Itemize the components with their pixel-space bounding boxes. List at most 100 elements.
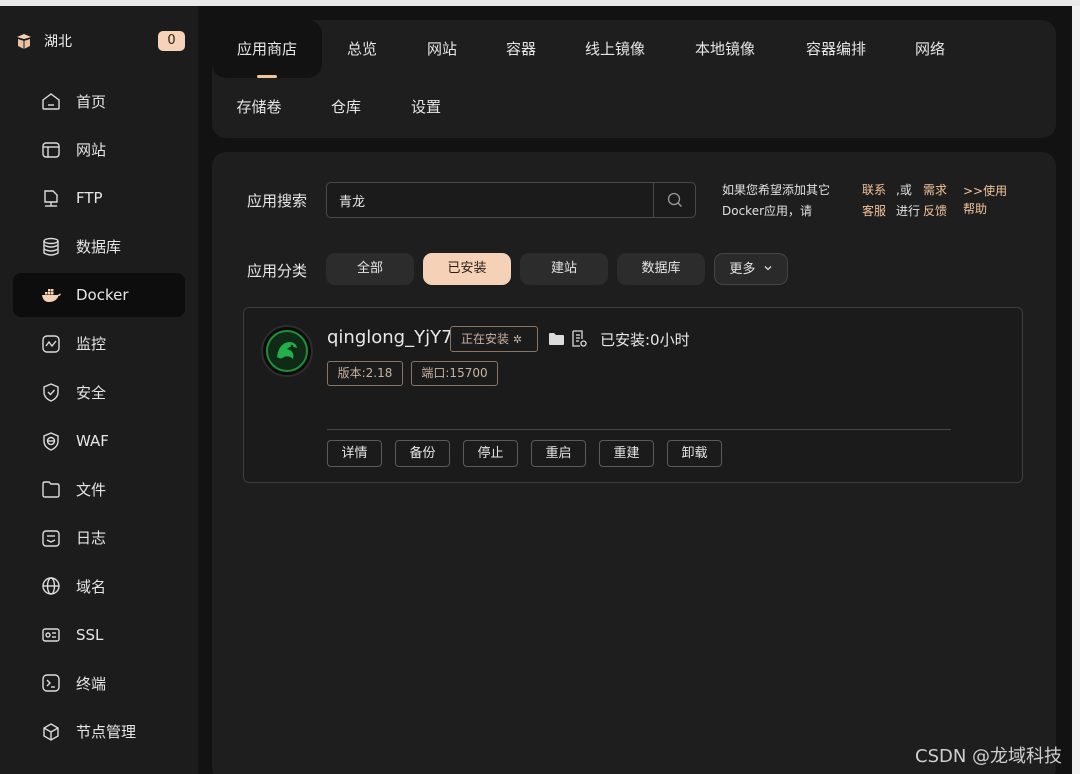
category-label: 应用分类 — [247, 262, 308, 280]
category-database-button[interactable]: 数据库 — [617, 253, 705, 285]
sidebar: 湖北 0 首页 网站 FTP 数据库 Docker 监控 安全 WAF 文件 日… — [0, 6, 199, 774]
install-status-text: 正在安装 — [461, 332, 510, 346]
sidebar-item-label: 终端 — [76, 674, 107, 693]
sidebar-item-security[interactable]: 安全 — [13, 370, 185, 414]
tab-volumes[interactable]: 存储卷 — [227, 78, 291, 136]
sidebar-item-label: 数据库 — [76, 238, 122, 256]
help-link-part2[interactable]: 帮助 — [963, 199, 987, 220]
version-tag: 版本:2.18 — [327, 361, 403, 386]
tab-container[interactable]: 容器 — [491, 20, 551, 78]
monitor-icon — [42, 334, 60, 353]
app-card: qinglong_YjY7 正在安装 ✲ 已安装:0小时 版本:2.18 端口:… — [243, 307, 1023, 483]
rebuild-button[interactable]: 重建 — [599, 440, 654, 467]
app-avatar[interactable] — [261, 325, 313, 377]
docker-tabs-panel: 应用商店 总览 网站 容器 线上镜像 本地镜像 容器编排 网络 存储卷 仓库 设… — [212, 20, 1056, 138]
tab-app-store[interactable]: 应用商店 — [212, 20, 322, 78]
loading-spinner-icon: ✲ — [512, 333, 523, 346]
sidebar-item-label: FTP — [76, 189, 103, 207]
brand-name: 湖北 — [44, 34, 72, 50]
category-all-button[interactable]: 全部 — [326, 253, 414, 285]
sidebar-item-nodes[interactable]: 节点管理 — [13, 710, 185, 754]
shield-icon — [43, 383, 59, 402]
folder-icon[interactable] — [548, 332, 565, 346]
hint-line-1: 如果您希望添加其它 — [722, 183, 831, 197]
home-icon — [42, 93, 60, 110]
category-website-button[interactable]: 建站 — [520, 253, 608, 285]
category-more-label: 更多 — [729, 262, 756, 277]
search-button[interactable] — [653, 183, 695, 217]
sidebar-item-domain[interactable]: 域名 — [13, 564, 185, 608]
document-icon[interactable] — [571, 330, 587, 348]
backup-button[interactable]: 备份 — [395, 440, 450, 467]
folder-icon — [42, 481, 60, 498]
sidebar-item-home[interactable]: 首页 — [13, 79, 185, 123]
sidebar-item-label: 日志 — [76, 529, 107, 547]
restart-button[interactable]: 重启 — [531, 440, 586, 467]
sidebar-item-label: 监控 — [76, 335, 107, 353]
sidebar-item-docker[interactable]: Docker — [13, 273, 185, 317]
tab-local-images[interactable]: 本地镜像 — [685, 20, 765, 78]
sidebar-item-ftp[interactable]: FTP — [13, 176, 185, 220]
search-label: 应用搜索 — [247, 192, 308, 210]
sidebar-item-label: 安全 — [76, 383, 107, 402]
tab-compose[interactable]: 容器编排 — [796, 20, 876, 78]
sidebar-item-label: 域名 — [76, 577, 107, 596]
tab-network[interactable]: 网络 — [900, 20, 960, 78]
ftp-icon — [44, 190, 58, 207]
stop-button[interactable]: 停止 — [463, 440, 518, 467]
contact-link-part2[interactable]: 客服 — [862, 201, 886, 222]
sidebar-item-logs[interactable]: 日志 — [13, 516, 185, 560]
sidebar-item-terminal[interactable]: 终端 — [13, 661, 185, 705]
ssl-icon — [42, 627, 60, 642]
feedback-link-part1[interactable]: 需求 — [923, 180, 947, 201]
port-tag: 端口:15700 — [411, 361, 498, 386]
sidebar-item-label: WAF — [76, 431, 109, 450]
docker-icon — [42, 289, 61, 302]
log-icon — [42, 529, 60, 547]
hint-line-2: Docker应用，请 — [722, 204, 813, 218]
sidebar-item-waf[interactable]: WAF — [13, 419, 185, 463]
tab-registry[interactable]: 仓库 — [316, 78, 376, 136]
notification-badge[interactable]: 0 — [158, 31, 185, 51]
tab-online-images[interactable]: 线上镜像 — [575, 20, 655, 78]
uninstall-button[interactable]: 卸载 — [667, 440, 722, 467]
contact-link-part1[interactable]: 联系 — [862, 180, 886, 201]
category-installed-button[interactable]: 已安装 — [423, 253, 511, 285]
brand[interactable]: 湖北 — [14, 30, 72, 52]
waf-icon — [43, 431, 59, 451]
details-button[interactable]: 详情 — [327, 440, 382, 467]
app-name[interactable]: qinglong_YjY7 — [327, 327, 453, 348]
search-input[interactable] — [327, 183, 655, 217]
sidebar-item-ssl[interactable]: SSL — [13, 613, 185, 657]
node-icon — [43, 722, 59, 741]
sidebar-item-label: Docker — [76, 286, 129, 304]
globe-icon — [42, 577, 60, 595]
app-store-content: 应用搜索 如果您希望添加其它 Docker应用，请 联系 客服 ,或 需求 进行… — [212, 152, 1056, 774]
search-box — [326, 182, 696, 218]
sidebar-item-monitor[interactable]: 监控 — [13, 322, 185, 366]
window-right-edge — [1072, 6, 1080, 774]
sidebar-item-label: 网站 — [76, 141, 107, 159]
chevron-down-icon — [764, 266, 772, 271]
tab-overview[interactable]: 总览 — [332, 20, 392, 78]
sidebar-item-label: 节点管理 — [76, 723, 137, 741]
sidebar-item-website[interactable]: 网站 — [13, 128, 185, 172]
search-icon — [667, 192, 682, 207]
hint-or-text: ,或 — [896, 183, 912, 197]
feedback-link-part2[interactable]: 反馈 — [923, 201, 947, 222]
sidebar-item-label: SSL — [76, 625, 104, 644]
tab-website[interactable]: 网站 — [412, 20, 472, 78]
brand-logo-icon — [17, 34, 31, 49]
watermark: CSDN @龙域科技 — [915, 746, 1063, 767]
add-app-hint: 如果您希望添加其它 Docker应用，请 — [722, 180, 852, 222]
category-more-dropdown[interactable]: 更多 — [714, 253, 788, 285]
terminal-icon — [42, 674, 60, 692]
database-icon — [43, 237, 59, 256]
sidebar-item-files[interactable]: 文件 — [13, 467, 185, 511]
sidebar-item-database[interactable]: 数据库 — [13, 225, 185, 269]
sidebar-item-label: 首页 — [76, 92, 107, 111]
website-icon — [42, 141, 60, 158]
card-divider — [327, 429, 951, 430]
tab-settings[interactable]: 设置 — [396, 78, 456, 136]
install-status-badge: 正在安装 ✲ — [450, 326, 538, 352]
